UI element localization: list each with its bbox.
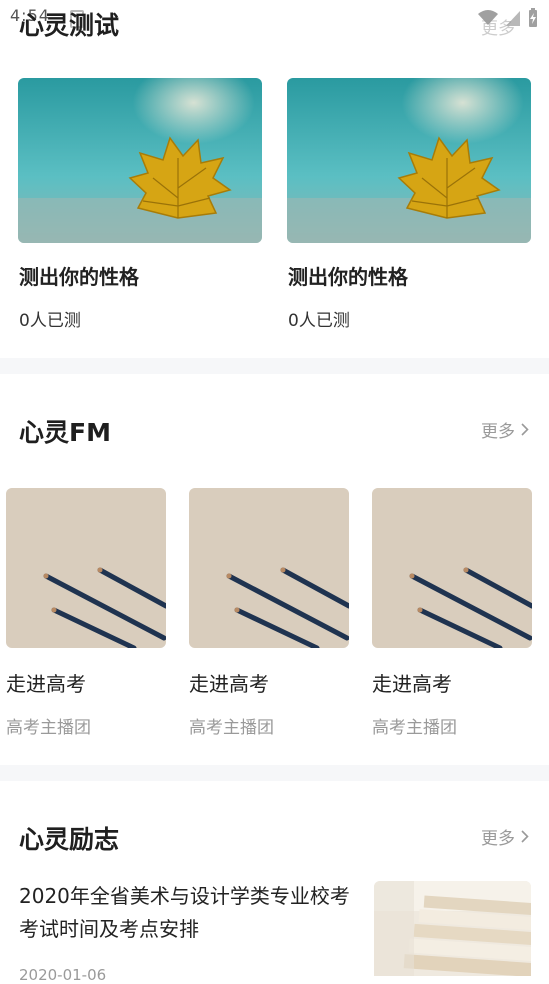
section-title-inspire: 心灵励志 <box>19 825 120 854</box>
section-title-fm: 心灵FM <box>19 418 111 447</box>
more-link-inspire[interactable]: 更多 <box>481 824 529 849</box>
pencils-image <box>189 488 349 648</box>
fm-card-image[interactable] <box>189 488 349 648</box>
fm-card-subtitle: 高考主播团 <box>372 718 457 738</box>
fm-card-image[interactable] <box>372 488 532 648</box>
more-label: 更多 <box>481 829 515 849</box>
test-card-title[interactable]: 测出你的性格 <box>288 261 408 290</box>
section-divider <box>0 358 549 374</box>
fm-card-subtitle: 高考主播团 <box>6 718 91 738</box>
more-link-test[interactable]: 更多 <box>481 14 515 39</box>
test-card-count: 0人已测 <box>288 311 350 331</box>
section-title-test: 心灵测试 <box>19 11 120 40</box>
chevron-right-icon <box>521 830 529 843</box>
test-card-title[interactable]: 测出你的性格 <box>19 261 139 290</box>
article-title[interactable]: 2020年全省美术与设计学类专业校考考试时间及考点安排 <box>19 880 359 946</box>
fm-card-subtitle: 高考主播团 <box>189 718 274 738</box>
article-date: 2020-01-06 <box>19 966 107 984</box>
test-card-count: 0人已测 <box>19 311 81 331</box>
leaf-image <box>287 78 531 243</box>
article-thumbnail[interactable] <box>374 881 531 976</box>
fm-card-title[interactable]: 走进高考 <box>372 668 452 697</box>
pencils-image <box>372 488 532 648</box>
test-card-image[interactable] <box>287 78 531 243</box>
books-image <box>374 881 531 976</box>
section-divider <box>0 765 549 781</box>
more-label: 更多 <box>481 19 515 39</box>
pencils-image <box>6 488 166 648</box>
test-card-image[interactable] <box>18 78 262 243</box>
fm-card-image[interactable] <box>6 488 166 648</box>
fm-card-title[interactable]: 走进高考 <box>189 668 269 697</box>
leaf-image <box>18 78 262 243</box>
chevron-right-icon <box>521 423 529 436</box>
fm-card-title[interactable]: 走进高考 <box>6 668 86 697</box>
more-link-fm[interactable]: 更多 <box>481 417 529 442</box>
more-label: 更多 <box>481 422 515 442</box>
battery-icon <box>529 8 537 27</box>
